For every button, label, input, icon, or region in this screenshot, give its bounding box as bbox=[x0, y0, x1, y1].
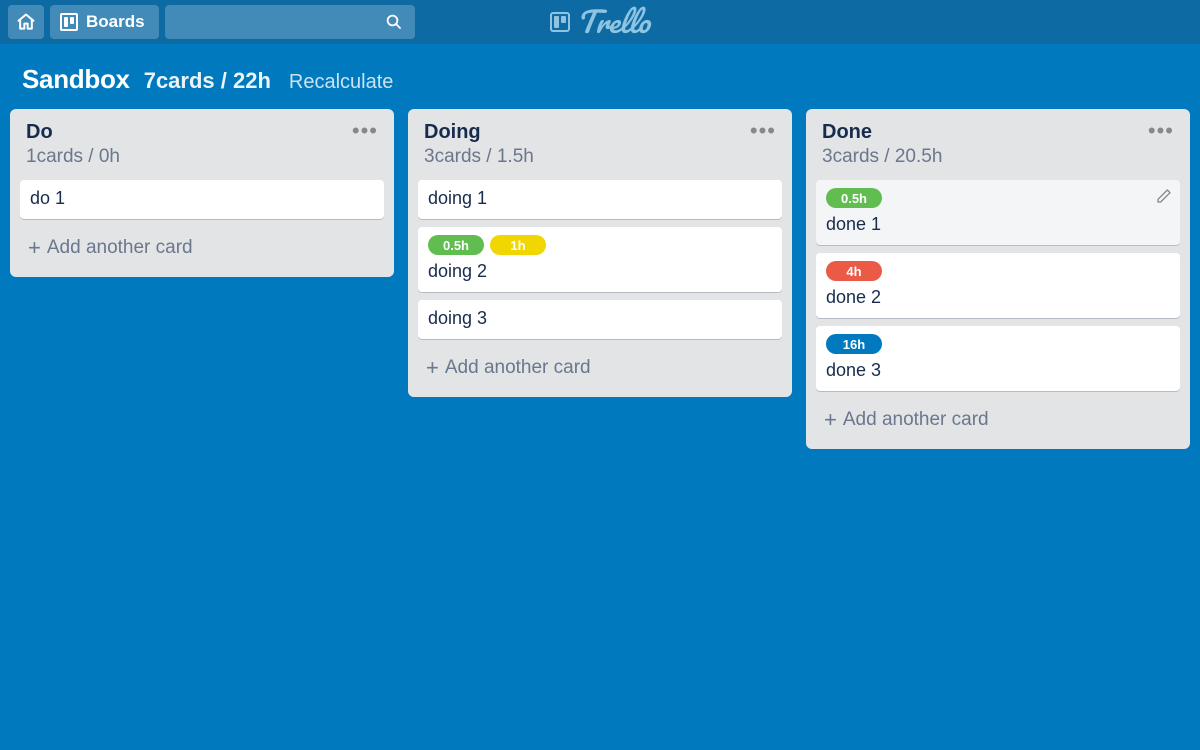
card-title: doing 2 bbox=[428, 261, 772, 282]
card-label[interactable]: 16h bbox=[826, 334, 882, 354]
card-labels: 16h bbox=[826, 334, 1170, 354]
card-title: doing 3 bbox=[428, 308, 772, 329]
add-card-label: Add another card bbox=[47, 237, 193, 259]
card[interactable]: do 1 bbox=[20, 180, 384, 219]
card-title: do 1 bbox=[30, 188, 374, 209]
board-summary: 7cards / 22h bbox=[144, 68, 271, 94]
card-labels: 0.5h bbox=[826, 188, 1170, 208]
card[interactable]: doing 3 bbox=[418, 300, 782, 339]
list: Doing3cards / 1.5h ••• doing 1 0.5h 1h doing … bbox=[408, 109, 792, 397]
plus-icon: + bbox=[426, 361, 439, 375]
home-button[interactable] bbox=[8, 5, 44, 39]
board-lists: Do1cards / 0h•••do 1+Add another cardDoi… bbox=[0, 109, 1200, 449]
list-menu-button[interactable]: ••• bbox=[750, 121, 776, 137]
board-header: Sandbox 7cards / 22h Recalculate bbox=[0, 44, 1200, 109]
plus-icon: + bbox=[824, 413, 837, 427]
card[interactable]: doing 1 bbox=[418, 180, 782, 219]
add-card-button[interactable]: + Add another card bbox=[816, 399, 1180, 443]
card-labels: 4h bbox=[826, 261, 1170, 281]
add-card-button[interactable]: + Add another card bbox=[418, 347, 782, 391]
card[interactable]: 16h done 3 bbox=[816, 326, 1180, 391]
home-icon bbox=[16, 12, 36, 32]
ellipsis-icon: ••• bbox=[1148, 118, 1174, 143]
list-title[interactable]: Doing bbox=[424, 121, 534, 144]
card[interactable]: 0.5h done 1 bbox=[816, 180, 1180, 245]
list-summary: 3cards / 1.5h bbox=[424, 146, 534, 168]
board-title[interactable]: Sandbox bbox=[22, 64, 130, 95]
boards-button-label: Boards bbox=[86, 12, 145, 32]
card-label[interactable]: 1h bbox=[490, 235, 546, 255]
ellipsis-icon: ••• bbox=[352, 118, 378, 143]
add-card-label: Add another card bbox=[843, 409, 989, 431]
plus-icon: + bbox=[28, 241, 41, 255]
boards-button[interactable]: Boards bbox=[50, 5, 159, 39]
pencil-icon[interactable] bbox=[1156, 188, 1172, 204]
card-label[interactable]: 0.5h bbox=[826, 188, 882, 208]
trello-icon bbox=[550, 12, 570, 32]
card[interactable]: 0.5h 1h doing 2 bbox=[418, 227, 782, 292]
card[interactable]: 4h done 2 bbox=[816, 253, 1180, 318]
boards-icon bbox=[60, 13, 78, 31]
list-header: Done3cards / 20.5h ••• bbox=[816, 119, 1180, 172]
card-title: doing 1 bbox=[428, 188, 772, 209]
list-summary: 1cards / 0h bbox=[26, 146, 120, 168]
add-card-label: Add another card bbox=[445, 357, 591, 379]
list: Do1cards / 0h ••• do 1 + Add another card bbox=[10, 109, 394, 277]
list: Done3cards / 20.5h ••• 0.5h done 1 4h done 2 1… bbox=[806, 109, 1190, 449]
card-title: done 3 bbox=[826, 360, 1170, 381]
card-title: done 2 bbox=[826, 287, 1170, 308]
list-title[interactable]: Do bbox=[26, 121, 120, 144]
list-summary: 3cards / 20.5h bbox=[822, 146, 942, 168]
card-label[interactable]: 0.5h bbox=[428, 235, 484, 255]
app-logo-text: Trello bbox=[576, 8, 649, 36]
topbar: Boards Trello bbox=[0, 0, 1200, 44]
app-logo[interactable]: Trello bbox=[550, 8, 649, 36]
list-menu-button[interactable]: ••• bbox=[352, 121, 378, 137]
recalculate-button[interactable]: Recalculate bbox=[289, 71, 394, 94]
card-label[interactable]: 4h bbox=[826, 261, 882, 281]
add-card-button[interactable]: + Add another card bbox=[20, 227, 384, 271]
list-header: Doing3cards / 1.5h ••• bbox=[418, 119, 782, 172]
search-button[interactable] bbox=[165, 5, 415, 39]
search-icon bbox=[385, 13, 403, 31]
list-title[interactable]: Done bbox=[822, 121, 942, 144]
ellipsis-icon: ••• bbox=[750, 118, 776, 143]
card-title: done 1 bbox=[826, 214, 1170, 235]
card-labels: 0.5h 1h bbox=[428, 235, 772, 255]
list-menu-button[interactable]: ••• bbox=[1148, 121, 1174, 137]
list-header: Do1cards / 0h ••• bbox=[20, 119, 384, 172]
